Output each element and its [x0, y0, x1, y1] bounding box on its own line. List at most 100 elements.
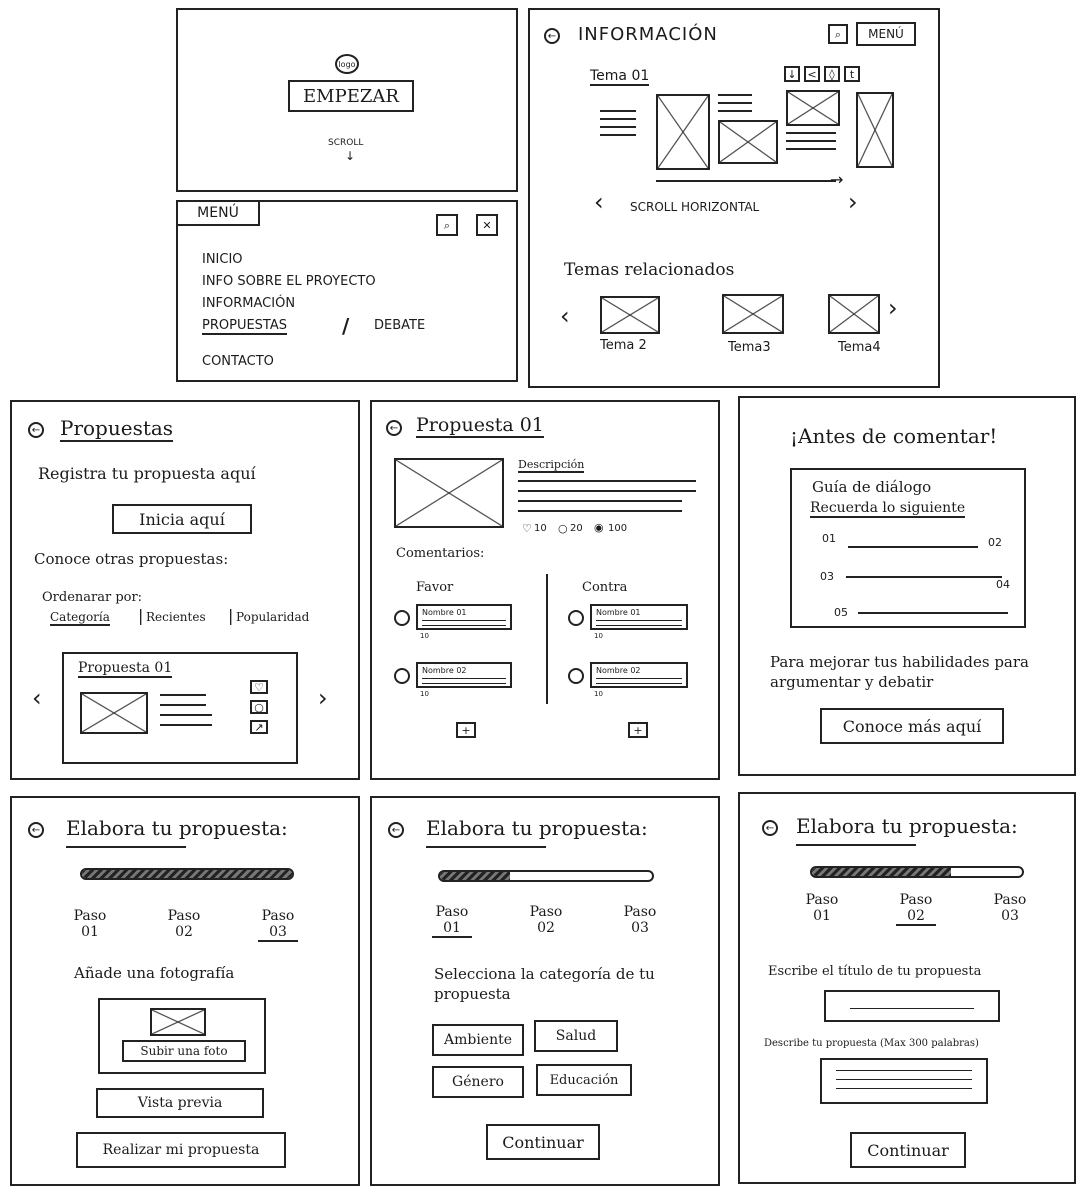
category-genero[interactable]: Género — [432, 1066, 524, 1098]
views-count: 100 — [608, 523, 628, 534]
menu-title: MENÚ — [176, 200, 260, 226]
filter-categoria[interactable]: Categoría — [50, 610, 110, 626]
menu-item-propuestas[interactable]: PROPUESTAS — [202, 318, 288, 335]
carousel-prev-icon[interactable]: ‹ — [32, 684, 42, 712]
proposal-title-input[interactable] — [824, 990, 1000, 1022]
menu-item-contacto[interactable]: CONTACTO — [202, 354, 274, 369]
scroll-left-icon[interactable]: ‹ — [594, 188, 604, 216]
avatar — [568, 668, 584, 684]
page-title: ¡Antes de comentar! — [790, 424, 998, 448]
back-icon[interactable]: ← — [544, 28, 560, 44]
filter-popularidad[interactable]: Popularidad — [236, 610, 309, 624]
progress-bar — [438, 870, 654, 882]
discover-label: Conoce otras propuestas: — [34, 550, 229, 568]
dialog-guide-box: Guía de diálogo Recuerda lo siguiente 01… — [790, 468, 1026, 628]
proposal-image — [394, 458, 504, 528]
menu-button[interactable]: MENÚ — [856, 22, 916, 46]
search-icon[interactable]: ⌕ — [828, 24, 848, 44]
create-step2-panel: ← Elabora tu propuesta: Paso 01 Paso 02 … — [738, 792, 1076, 1184]
description-label: Descripción — [518, 458, 585, 473]
proposal-card-image — [80, 692, 148, 734]
photo-upload-area[interactable]: Subir una foto — [98, 998, 266, 1074]
comment-icon[interactable]: ○ — [558, 522, 568, 535]
related-topic-image[interactable] — [828, 294, 880, 334]
topic-image-3 — [786, 90, 840, 126]
submit-proposal-button[interactable]: Realizar mi propuesta — [76, 1132, 286, 1168]
related-topic-image[interactable] — [600, 296, 660, 334]
menu-item-inicio[interactable]: INICIO — [202, 252, 243, 267]
related-prev-icon[interactable]: ‹ — [560, 302, 570, 330]
menu-item-info-proyecto[interactable]: INFO SOBRE EL PROYECTO — [202, 274, 376, 289]
menu-item-informacion[interactable]: INFORMACIÓN — [202, 296, 295, 311]
search-icon[interactable]: ⌕ — [436, 214, 458, 236]
category-educacion[interactable]: Educación — [536, 1064, 632, 1096]
menu-separator: / — [342, 314, 350, 338]
likes-count: 10 — [534, 523, 547, 534]
proposal-card[interactable]: Propuesta 01 ♡ ○ ↗ — [62, 652, 298, 764]
scroll-horizontal-label: SCROLL HORIZONTAL — [630, 200, 760, 214]
comment-card[interactable]: Nombre 02 — [590, 662, 688, 688]
continue-button[interactable]: Continuar — [850, 1132, 966, 1168]
page-title: Elabora tu propuesta: — [66, 816, 288, 840]
category-ambiente[interactable]: Ambiente — [432, 1024, 524, 1056]
create-step3-panel: ← Elabora tu propuesta: Paso 01 Paso 02 … — [10, 796, 360, 1186]
start-button[interactable]: EMPEZAR — [288, 80, 414, 112]
back-icon[interactable]: ← — [28, 822, 44, 838]
learn-more-button[interactable]: Conoce más aquí — [820, 708, 1004, 744]
contra-label: Contra — [582, 580, 628, 595]
related-next-icon[interactable]: › — [888, 294, 898, 322]
topic-image-1 — [656, 94, 710, 170]
landing-panel: logo EMPEZAR SCROLL ↓ — [176, 8, 518, 192]
heart-icon[interactable]: ♡ — [250, 680, 268, 694]
carousel-next-icon[interactable]: › — [318, 684, 328, 712]
back-icon[interactable]: ← — [386, 420, 402, 436]
start-proposal-button[interactable]: Inicia aquí — [112, 504, 252, 534]
share-icon[interactable]: < — [804, 66, 820, 82]
select-category-label: Selecciona la categoría de tu propuesta — [434, 965, 655, 1003]
category-salud[interactable]: Salud — [534, 1020, 618, 1052]
upload-photo-button[interactable]: Subir una foto — [122, 1040, 246, 1062]
add-comment-contra-button[interactable]: + — [628, 722, 648, 738]
comment-card[interactable]: Nombre 01 — [590, 604, 688, 630]
text-icon[interactable]: t — [844, 66, 860, 82]
comment-card[interactable]: Nombre 02 — [416, 662, 512, 688]
step-3: Paso 03 — [623, 904, 657, 936]
related-topic-label: Tema4 — [838, 340, 881, 355]
menu-item-debate[interactable]: DEBATE — [374, 318, 425, 333]
comments-label: Comentarios: — [396, 546, 485, 561]
comment-icon[interactable]: ○ — [250, 700, 268, 714]
logo: logo — [335, 54, 359, 74]
comment-card[interactable]: Nombre 01 — [416, 604, 512, 630]
step-2: Paso 02 — [167, 908, 201, 940]
close-icon[interactable]: ✕ — [476, 214, 498, 236]
eye-icon: ◉ — [594, 521, 604, 534]
add-comment-favor-button[interactable]: + — [456, 722, 476, 738]
step-1: Paso 01 — [73, 908, 107, 940]
scroll-right-icon[interactable]: › — [848, 188, 858, 216]
menu-panel: MENÚ ⌕ ✕ INICIO INFO SOBRE EL PROYECTO I… — [176, 200, 518, 382]
proposal-card-title: Propuesta 01 — [78, 660, 173, 678]
heart-icon[interactable]: ♡ — [522, 522, 532, 535]
progress-bar — [810, 866, 1024, 878]
filter-recientes[interactable]: Recientes — [146, 610, 206, 624]
preview-button[interactable]: Vista previa — [96, 1088, 264, 1118]
order-by-label: Ordenarar por: — [42, 590, 143, 605]
back-icon[interactable]: ← — [28, 422, 44, 438]
improve-text: Para mejorar tus habilidades para argume… — [770, 653, 1029, 691]
topic-title: Tema 01 — [590, 68, 650, 86]
related-topics-title: Temas relacionados — [564, 260, 735, 280]
add-photo-label: Añade una fotografía — [74, 964, 235, 982]
back-icon[interactable]: ← — [388, 822, 404, 838]
related-topic-image[interactable] — [722, 294, 784, 334]
bookmark-icon[interactable]: ◊ — [824, 66, 840, 82]
photo-placeholder-image — [150, 1008, 206, 1036]
step-3: Paso 03 — [258, 908, 298, 942]
progress-fill — [812, 868, 951, 876]
avatar — [568, 610, 584, 626]
download-icon[interactable]: ↓ — [784, 66, 800, 82]
continue-button[interactable]: Continuar — [486, 1124, 600, 1160]
back-icon[interactable]: ← — [762, 820, 778, 836]
step-2: Paso 02 — [529, 904, 563, 936]
proposal-description-textarea[interactable] — [820, 1058, 988, 1104]
share-icon[interactable]: ↗ — [250, 720, 268, 734]
